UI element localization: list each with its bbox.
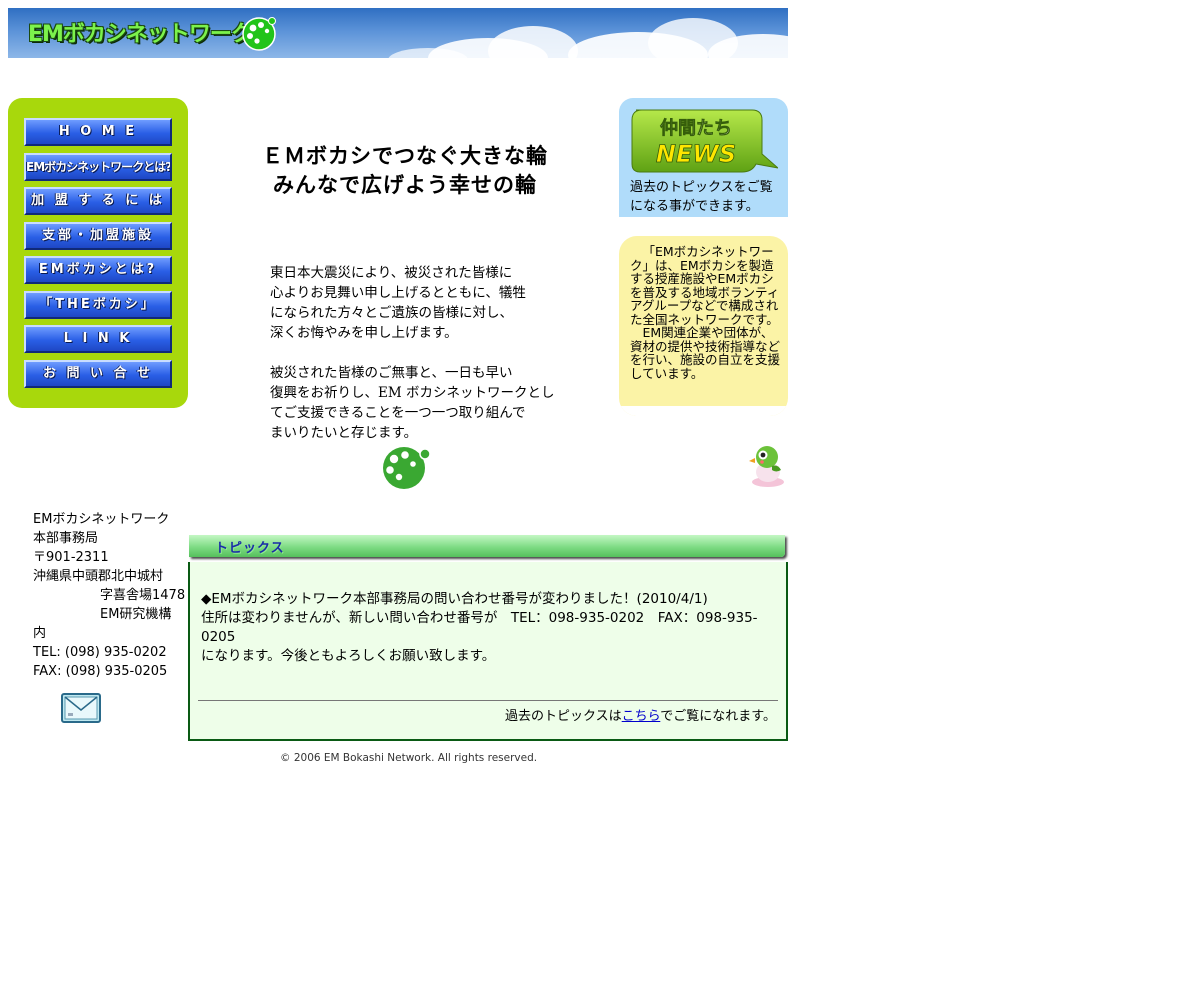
message-line: になられた方々とご遺族の皆様に対し、 bbox=[270, 305, 513, 321]
main-headline: ＥＭボカシでつなぐ大きな輪 みんなで広げよう幸せの輪 bbox=[240, 142, 570, 200]
nav-contact-button[interactable]: お 問 い 合 せ bbox=[24, 360, 172, 388]
about-text: 「EMボカシネットワーク」は、EMボカシを製造する授産施設やEMボカシを普及する… bbox=[630, 245, 780, 380]
address-line: 沖縄県中頭郡北中城村 bbox=[33, 569, 164, 584]
headline-line-1: ＥＭボカシでつなぐ大きな輪 bbox=[262, 144, 548, 168]
address-line: 本部事務局 bbox=[33, 531, 99, 546]
topic-line: ◆EMボカシネットワーク本部事務局の問い合わせ番号が変わりました！(2010/4… bbox=[201, 591, 708, 607]
condolence-message: 東日本大震災により、被災された皆様に 心よりお見舞い申し上げるとともに、犠牲 に… bbox=[270, 263, 560, 343]
copyright-notice: © 2006 EM Bokashi Network. All rights re… bbox=[280, 752, 538, 764]
message-line: 復興をお祈りし、EM ボカシネットワークとし bbox=[270, 385, 555, 401]
office-address: EMボカシネットワーク 本部事務局 〒901-2311 沖縄県中頭郡北中城村 字… bbox=[33, 510, 193, 681]
news-badge-icon[interactable]: 仲間たち NEWS bbox=[630, 106, 778, 178]
past-topics-prefix: 過去のトピックスは bbox=[505, 709, 622, 724]
topics-panel: ◆EMボカシネットワーク本部事務局の問い合わせ番号が変わりました！(2010/4… bbox=[188, 562, 788, 741]
address-line: EMボカシネットワーク bbox=[33, 512, 170, 527]
message-line: 心よりお見舞い申し上げるとともに、犠牲 bbox=[270, 285, 526, 301]
header-banner: EMボカシネットワーク bbox=[8, 8, 788, 58]
past-topics-suffix: でご覧になれます。 bbox=[660, 709, 776, 724]
envelope-icon[interactable] bbox=[61, 693, 101, 723]
nav-about-network-button[interactable]: EMボカシネットワークとは? bbox=[24, 153, 172, 181]
message-line: てご支援できることを一つ一つ取り組んで bbox=[270, 405, 526, 421]
divider bbox=[198, 700, 778, 701]
news-badge-line1: 仲間たち bbox=[660, 117, 732, 139]
topics-title: トピックス bbox=[215, 541, 285, 556]
bird-mascot bbox=[749, 446, 784, 487]
nav-join-button[interactable]: 加 盟 す る に は bbox=[24, 187, 172, 215]
past-topics-link[interactable]: こちら bbox=[622, 709, 661, 724]
address-line: EM研究機構 bbox=[100, 607, 172, 622]
headline-line-2: みんなで広げよう幸せの輪 bbox=[273, 173, 537, 197]
fax-number: FAX: (098) 935-0205 bbox=[33, 664, 168, 679]
topic-line: 住所は変わりませんが、新しい問い合わせ番号が TEL：098-935-0202 … bbox=[201, 610, 758, 645]
em-dots-logo bbox=[242, 17, 276, 51]
message-line: まいりたいと存じます。 bbox=[270, 425, 418, 441]
phone-number: TEL: (098) 935-0202 bbox=[33, 645, 167, 660]
nav-home-button[interactable]: H O M E bbox=[24, 118, 172, 146]
message-line: 東日本大震災により、被災された皆様に bbox=[270, 265, 513, 281]
past-topics-note: 過去のトピックスはこちらでご覧になれます。 bbox=[505, 707, 776, 726]
about-paragraph-1: 「EMボカシネットワーク」は、EMボカシを製造する授産施設やEMボカシを普及する… bbox=[630, 244, 780, 327]
nav-link-button[interactable]: L I N K bbox=[24, 325, 172, 353]
topic-item: ◆EMボカシネットワーク本部事務局の問い合わせ番号が変わりました！(2010/4… bbox=[201, 590, 791, 666]
address-line: 〒901-2311 bbox=[33, 550, 109, 565]
about-panel: 「EMボカシネットワーク」は、EMボカシを製造する授産施設やEMボカシを普及する… bbox=[619, 236, 788, 416]
support-message: 被災された皆様のご無事と、一日も早い 復興をお祈りし、EM ボカシネットワークと… bbox=[270, 363, 560, 443]
news-description: 過去のトピックスをご覧になる事ができます。 bbox=[630, 180, 773, 214]
nav-branches-button[interactable]: 支部・加盟施設 bbox=[24, 222, 172, 250]
topics-header-bar: トピックス bbox=[189, 535, 785, 557]
em-dots-logo bbox=[383, 447, 431, 489]
topic-line: になります。今後ともよろしくお願い致します。 bbox=[201, 648, 496, 664]
message-line: 深くお悔やみを申し上げます。 bbox=[270, 325, 458, 341]
nav-the-bokashi-button[interactable]: 「THEボカシ」 bbox=[24, 291, 172, 319]
news-panel[interactable]: 仲間たち NEWS 過去のトピックスをご覧になる事ができます。 bbox=[619, 98, 788, 217]
news-badge-line2: NEWS bbox=[656, 140, 736, 168]
about-paragraph-2: EM関連企業や団体が、資材の提供や技術指導などを行い、施設の自立を支援しています… bbox=[630, 325, 781, 381]
main-navigation: H O M E EMボカシネットワークとは? 加 盟 す る に は 支部・加盟… bbox=[8, 98, 188, 408]
site-title: EMボカシネットワーク bbox=[28, 22, 253, 47]
address-line: 内 bbox=[33, 626, 47, 641]
message-line: 被災された皆様のご無事と、一日も早い bbox=[270, 365, 513, 381]
nav-what-is-bokashi-button[interactable]: EMボカシとは? bbox=[24, 256, 172, 284]
address-line: 字喜舎場1478 bbox=[100, 588, 186, 603]
